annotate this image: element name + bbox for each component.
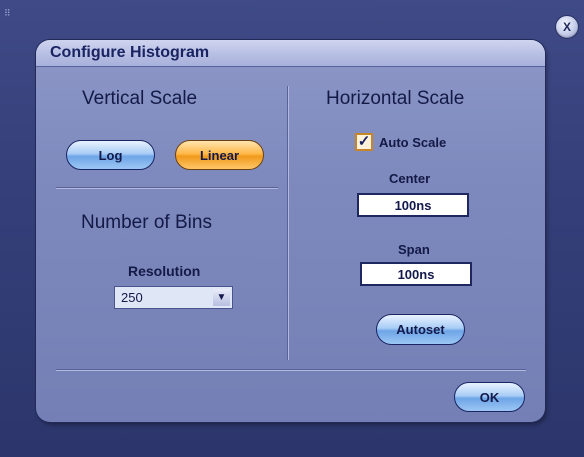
ok-button-label: OK [479,389,500,405]
autoset-button[interactable]: Autoset [376,314,465,345]
vertical-scale-heading: Vertical Scale [82,88,198,109]
number-of-bins-heading: Number of Bins [81,212,212,233]
horizontal-scale-heading: Horizontal Scale [326,88,465,109]
resolution-label: Resolution [128,263,201,279]
chevron-down-icon[interactable]: ▼ [213,289,230,306]
log-button[interactable]: Log [66,140,155,170]
checkmark-icon: ✓ [357,133,371,150]
resolution-value: 250 [121,290,143,305]
span-label: Span [398,242,430,257]
log-button-label: Log [98,147,123,163]
close-icon: X [562,20,571,34]
column-divider [287,86,289,360]
footer-divider [56,369,526,371]
ok-button[interactable]: OK [454,382,525,412]
center-field[interactable]: 100ns [357,193,469,217]
section-divider [56,187,278,189]
auto-scale-checkbox[interactable]: ✓ [355,133,373,151]
close-button[interactable]: X [555,15,579,39]
resolution-select[interactable]: 250 ▼ [114,286,233,309]
dialog-title-bar: Configure Histogram [36,40,545,67]
span-field[interactable]: 100ns [360,262,472,286]
dialog-title: Configure Histogram [50,44,210,61]
auto-scale-label: Auto Scale [379,135,447,150]
window-grip-icon: ⠿ [4,8,11,18]
configure-histogram-dialog: Configure Histogram Vertical Scale Log L… [36,40,545,422]
linear-button-label: Linear [199,147,239,163]
autoset-button-label: Autoset [396,322,445,337]
center-label: Center [389,171,431,186]
linear-button[interactable]: Linear [175,140,264,170]
